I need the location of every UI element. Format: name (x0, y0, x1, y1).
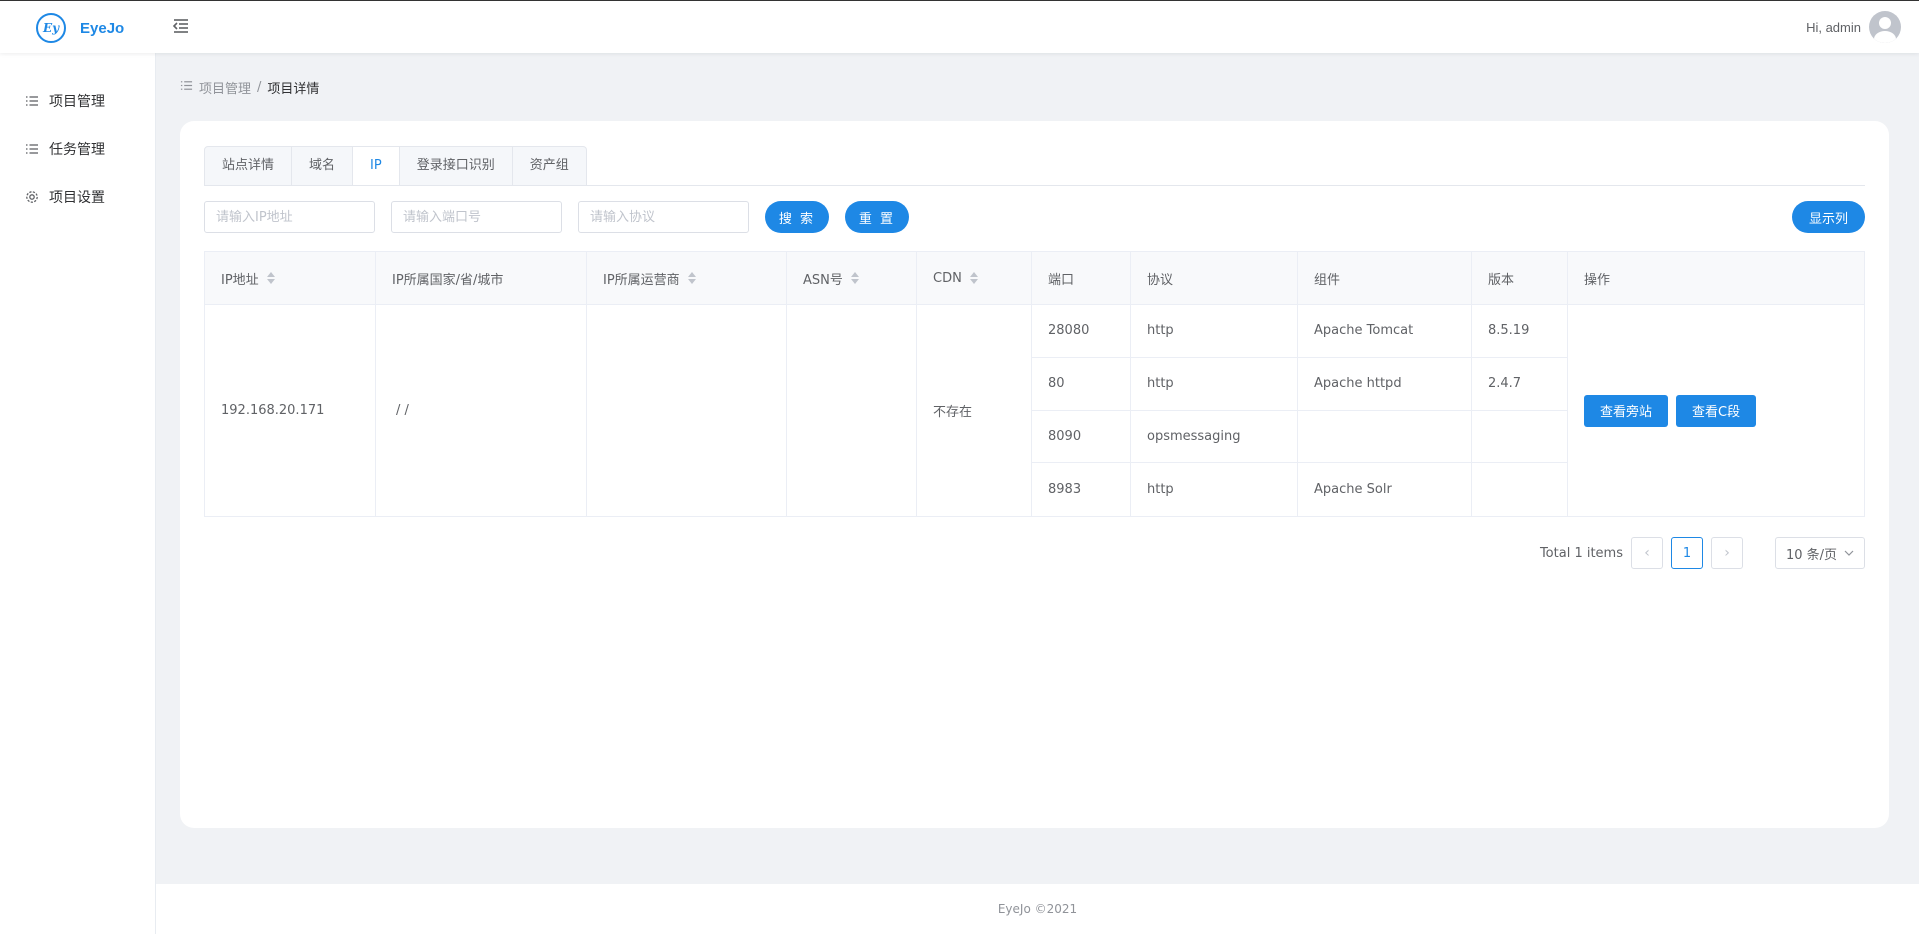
cell-component: Apache Solr (1314, 482, 1392, 498)
version-column: 8.5.19 2.4.7 (1472, 305, 1568, 516)
col-location: IP所属国家/省/城市 (376, 252, 587, 304)
col-ip[interactable]: IP地址 (205, 252, 376, 304)
sort-icon[interactable] (969, 272, 978, 284)
col-version: 版本 (1472, 252, 1568, 304)
sort-icon[interactable] (687, 272, 696, 284)
main-card: 站点详情 域名 IP 登录接口识别 资产组 搜 索 重 置 显示列 IP地址 I… (180, 121, 1889, 828)
sidebar-item-label: 项目设置 (49, 190, 105, 206)
col-asn[interactable]: ASN号 (787, 252, 917, 304)
tab-login-interface[interactable]: 登录接口识别 (399, 146, 513, 186)
sidebar-item-project-settings[interactable]: 项目设置 (0, 173, 155, 221)
cell-component: Apache Tomcat (1298, 305, 1471, 358)
table-header: IP地址 IP所属国家/省/城市 IP所属运营商 ASN号 CDN 端口 协议 … (205, 252, 1864, 305)
eyejo-logo-icon: Ey (36, 13, 66, 43)
col-protocol: 协议 (1131, 252, 1298, 304)
list-icon (24, 141, 40, 157)
chevron-down-icon (1844, 550, 1854, 556)
protocol-column: http http opsmessaging http (1131, 305, 1298, 516)
app-name: EyeJo (80, 19, 125, 37)
cell-ip: 192.168.20.171 (205, 305, 376, 516)
col-cdn[interactable]: CDN (917, 252, 1032, 304)
user-greeting: Hi, admin (1806, 19, 1861, 35)
tab-ip[interactable]: IP (353, 146, 400, 186)
breadcrumb: 项目管理 / 项目详情 (180, 78, 319, 97)
cell-protocol: opsmessaging (1131, 411, 1297, 464)
sort-icon[interactable] (266, 272, 275, 284)
copyright-text: EyeJo ©2021 (997, 902, 1078, 916)
col-operations: 操作 (1584, 272, 1611, 288)
user-menu[interactable]: Hi, admin (1806, 11, 1901, 43)
pagination: Total 1 items ‹ 1 › 10 条/页 (1540, 537, 1865, 569)
cell-component (1298, 411, 1471, 464)
gear-icon (24, 189, 40, 205)
avatar-icon[interactable] (1869, 11, 1901, 43)
list-icon (180, 79, 193, 96)
footer: EyeJo ©2021 (156, 884, 1919, 934)
cell-version: 2.4.7 (1472, 358, 1567, 411)
sort-icon[interactable] (850, 272, 859, 284)
ports-column: 28080 80 8090 8983 (1032, 305, 1131, 516)
sidebar-item-task-management[interactable]: 任务管理 (0, 125, 155, 173)
pagination-total: Total 1 items (1539, 545, 1623, 561)
ip-search-input[interactable] (204, 201, 375, 233)
page-size-select[interactable]: 10 条/页 (1775, 537, 1865, 569)
cell-cdn: 不存在 (917, 305, 1032, 516)
cell-location: / / (376, 305, 587, 516)
view-side-site-button[interactable]: 查看旁站 (1584, 394, 1669, 427)
tab-site-details[interactable]: 站点详情 (204, 146, 293, 186)
cell-asn (787, 305, 917, 516)
ip-table: IP地址 IP所属国家/省/城市 IP所属运营商 ASN号 CDN 端口 协议 … (204, 251, 1865, 517)
component-column: Apache Tomcat Apache httpd Apache Solr (1298, 305, 1472, 516)
sidebar-item-label: 项目管理 (49, 94, 105, 110)
breadcrumb-separator: / (257, 80, 262, 95)
cell-version (1472, 463, 1567, 516)
sidebar: 项目管理 任务管理 项目设置 (0, 53, 156, 934)
cell-protocol: http (1131, 358, 1297, 411)
next-page-icon[interactable]: › (1711, 537, 1743, 569)
sidebar-item-label: 任务管理 (49, 142, 105, 158)
view-c-segment-button[interactable]: 查看C段 (1676, 394, 1757, 427)
breadcrumb-current: 项目详情 (267, 82, 320, 97)
prev-page-icon[interactable]: ‹ (1631, 537, 1663, 569)
cell-version: 8.5.19 (1472, 305, 1567, 358)
col-isp[interactable]: IP所属运营商 (587, 252, 787, 304)
collapse-sidebar-icon[interactable] (172, 17, 192, 37)
cell-operations: 查看旁站 查看C段 (1568, 305, 1864, 516)
search-button[interactable]: 搜 索 (765, 201, 829, 233)
sidebar-item-project-management[interactable]: 项目管理 (0, 77, 155, 125)
cell-protocol: http (1131, 305, 1297, 358)
col-component: 组件 (1298, 252, 1472, 304)
tab-asset-group[interactable]: 资产组 (512, 146, 587, 186)
list-icon (24, 93, 40, 109)
cell-port: 28080 (1032, 305, 1130, 358)
cell-component: Apache httpd (1298, 358, 1471, 411)
cell-port: 80 (1032, 358, 1130, 411)
cell-port: 8090 (1032, 411, 1130, 464)
tab-domain[interactable]: 域名 (292, 146, 354, 186)
port-search-input[interactable] (391, 201, 562, 233)
table-row: 192.168.20.171 / / 不存在 28080 80 8090 898… (205, 305, 1864, 517)
col-port: 端口 (1032, 252, 1131, 304)
cell-protocol: http (1147, 482, 1174, 498)
page-number[interactable]: 1 (1671, 537, 1703, 569)
page-size-value: 10 条/页 (1786, 547, 1838, 563)
cell-isp (587, 305, 787, 516)
top-header: Ey EyeJo Hi, admin (0, 0, 1919, 53)
breadcrumb-parent[interactable]: 项目管理 (199, 78, 251, 97)
reset-button[interactable]: 重 置 (845, 201, 909, 233)
cell-version (1472, 411, 1567, 464)
tab-bar: 站点详情 域名 IP 登录接口识别 资产组 (204, 146, 587, 186)
show-columns-button[interactable]: 显示列 (1792, 201, 1865, 233)
protocol-search-input[interactable] (578, 201, 749, 233)
tabs-divider (204, 185, 1865, 186)
cell-port: 8983 (1048, 482, 1082, 498)
logo[interactable]: Ey EyeJo (36, 13, 124, 43)
